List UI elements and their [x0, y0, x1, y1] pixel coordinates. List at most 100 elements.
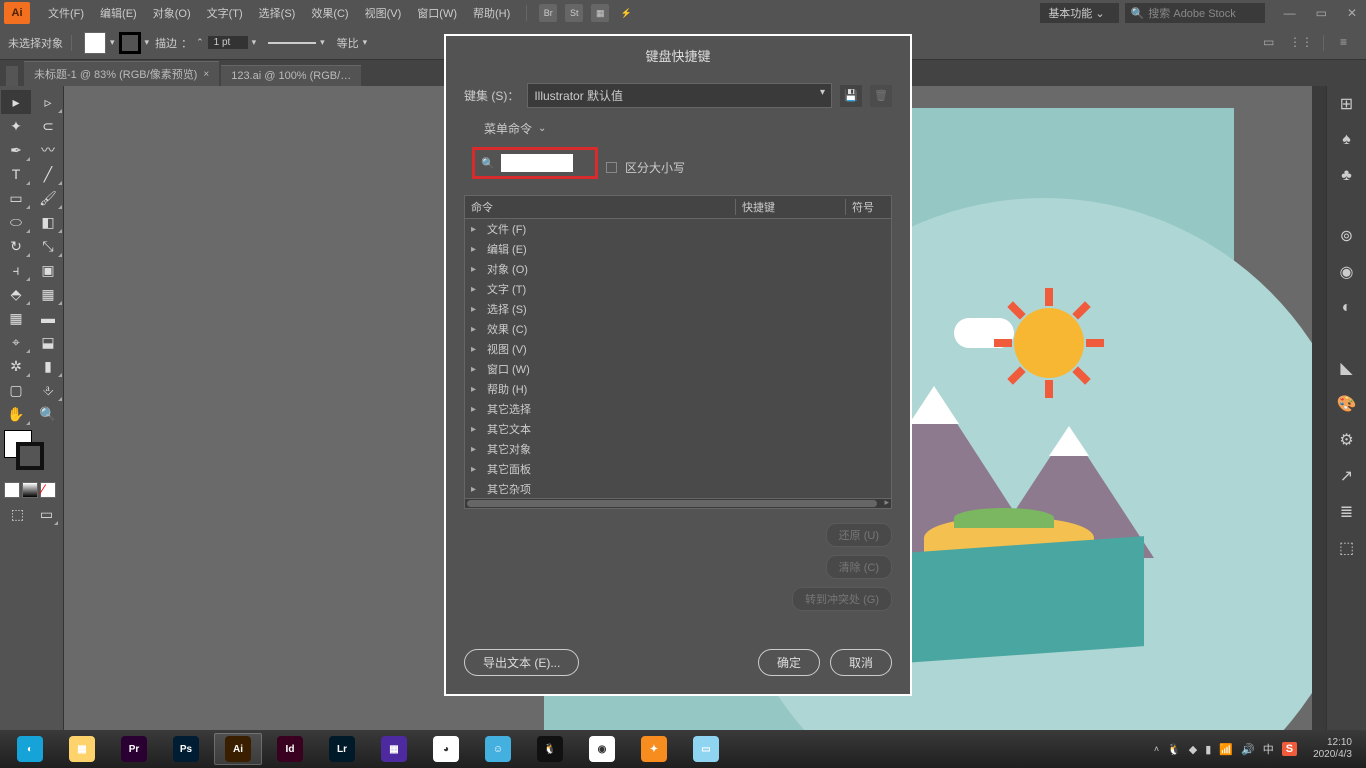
delete-set-icon[interactable]: 🗑 [870, 85, 892, 107]
lasso-tool[interactable]: ⊂ [33, 114, 63, 138]
tree-item[interactable]: ▸选择 (S) [465, 299, 891, 319]
tree-item[interactable]: ▸其它对象 [465, 439, 891, 459]
tray-wifi-icon[interactable]: 📶 [1219, 743, 1233, 756]
tree-horizontal-scrollbar[interactable]: ▸ [464, 499, 892, 509]
taskbar-app-indesign[interactable]: Id [266, 733, 314, 765]
free-transform-tool[interactable]: ▣ [33, 258, 63, 282]
save-set-icon[interactable]: 💾 [840, 85, 862, 107]
workspace-dropdown[interactable]: 基本功能 ⌄ [1040, 3, 1118, 23]
tree-item[interactable]: ▸帮助 (H) [465, 379, 891, 399]
layers-panel-icon[interactable]: ≣ [1335, 500, 1359, 524]
bridge-icon[interactable]: Br [539, 4, 557, 22]
paintbrush-tool[interactable]: 🖌 [33, 186, 63, 210]
taskbar-app-app4[interactable]: ✦ [630, 733, 678, 765]
col-symbol[interactable]: 符号 [845, 199, 885, 215]
expand-icon[interactable]: ▸ [471, 364, 481, 375]
color-panel-icon[interactable]: ◉ [1335, 260, 1359, 284]
artboard-tool[interactable]: ▢ [1, 378, 31, 402]
expand-icon[interactable]: ▸ [471, 344, 481, 355]
tray-app-icon[interactable]: ◆ [1189, 743, 1197, 756]
doc-tab-2[interactable]: 123.ai @ 100% (RGB/… [221, 65, 361, 86]
mesh-tool[interactable]: ▦ [1, 306, 31, 330]
taskbar-app-notes[interactable]: ▭ [682, 733, 730, 765]
tray-sogou-icon[interactable]: S [1282, 742, 1297, 756]
taskbar-app-photoshop[interactable]: Ps [162, 733, 210, 765]
tray-expand-icon[interactable]: ˄ [1154, 744, 1159, 754]
stroke-swatch[interactable] [119, 32, 141, 54]
color-mode-none[interactable]: ⁄ [40, 482, 56, 498]
pen-tool[interactable]: ✒ [1, 138, 31, 162]
expand-icon[interactable]: ▸ [471, 404, 481, 415]
doc-tab-1[interactable]: 未标题-1 @ 83% (RGB/像素预览) × [24, 61, 219, 86]
chevron-down-icon[interactable]: ▾ [252, 37, 257, 48]
shaper-tool[interactable]: ⬭ [1, 210, 31, 234]
tree-item[interactable]: ▸文字 (T) [465, 279, 891, 299]
cc-panel-icon[interactable]: ⊚ [1335, 224, 1359, 248]
scrollbar-thumb[interactable] [467, 500, 877, 507]
tray-battery-icon[interactable]: ▮ [1205, 743, 1211, 756]
taskbar-app-qq[interactable]: 🐧 [526, 733, 574, 765]
expand-icon[interactable]: ▸ [471, 244, 481, 255]
tree-item[interactable]: ▸对象 (O) [465, 259, 891, 279]
tree-item[interactable]: ▸其它文本 [465, 419, 891, 439]
gpu-icon[interactable]: ⚡ [617, 4, 635, 22]
perspective-tool[interactable]: ▦ [33, 282, 63, 306]
symbol-sprayer-tool[interactable]: ✲ [1, 354, 31, 378]
stroke-style-sample[interactable] [268, 42, 316, 44]
selection-tool[interactable]: ▸ [1, 90, 31, 114]
gradient-tool[interactable]: ▬ [33, 306, 63, 330]
taskbar-app-explorer[interactable]: ▦ [58, 733, 106, 765]
slice-tool[interactable]: ⎀ [33, 378, 63, 402]
close-icon[interactable]: ✕ [1342, 4, 1362, 22]
case-sensitive-checkbox[interactable] [606, 162, 617, 173]
taskbar-app-lightroom[interactable]: Lr [318, 733, 366, 765]
stroke-weight-field[interactable]: 1 pt [208, 36, 248, 49]
swatches-panel-icon[interactable]: ♣ [1335, 164, 1359, 188]
expand-icon[interactable]: ▸ [471, 224, 481, 235]
menu-help[interactable]: 帮助(H) [465, 1, 518, 25]
tree-item[interactable]: ▸文件 (F) [465, 219, 891, 239]
draw-normal-icon[interactable]: ⬚ [5, 502, 30, 526]
menu-view[interactable]: 视图(V) [357, 1, 410, 25]
panel-menu-icon[interactable]: ≡ [1340, 35, 1358, 49]
line-tool[interactable]: ╱ [33, 162, 63, 186]
transparency-panel-icon[interactable]: ⚙ [1335, 428, 1359, 452]
menu-file[interactable]: 文件(F) [40, 1, 92, 25]
eraser-tool[interactable]: ◧ [33, 210, 63, 234]
rectangle-tool[interactable]: ▭ [1, 186, 31, 210]
adobe-stock-search[interactable]: 🔍 搜索 Adobe Stock [1125, 3, 1265, 23]
curvature-tool[interactable]: 〰 [33, 138, 63, 162]
color-guide-panel-icon[interactable]: ◐ [1335, 296, 1359, 320]
arrange-icon[interactable]: ▦ [591, 4, 609, 22]
menu-effect[interactable]: 效果(C) [303, 1, 356, 25]
menu-select[interactable]: 选择(S) [251, 1, 304, 25]
col-command[interactable]: 命令 [471, 199, 735, 215]
tray-qq-icon[interactable]: 🐧 [1167, 743, 1181, 756]
prefs-icon[interactable]: ⋮⋮ [1289, 35, 1307, 49]
tray-ime-icon[interactable]: 中 [1263, 741, 1274, 757]
blend-tool[interactable]: ⬓ [33, 330, 63, 354]
ok-button[interactable]: 确定 [758, 649, 820, 676]
tree-item[interactable]: ▸其它面板 [465, 459, 891, 479]
gradient-panel-icon[interactable]: 🎨 [1335, 392, 1359, 416]
panel-collapse-strip[interactable] [1312, 86, 1326, 730]
cancel-button[interactable]: 取消 [830, 649, 892, 676]
color-mode-gradient[interactable] [22, 482, 38, 498]
color-mode-solid[interactable] [4, 482, 20, 498]
shortcut-search-input[interactable] [501, 154, 573, 172]
chevron-down-icon[interactable]: ▾ [363, 37, 368, 48]
doc-setup-icon[interactable]: ▭ [1263, 35, 1281, 49]
menu-text[interactable]: 文字(T) [199, 1, 251, 25]
stroke-stepper-down[interactable]: ⌃ [196, 37, 204, 48]
properties-panel-icon[interactable]: ⊞ [1335, 92, 1359, 116]
libraries-panel-icon[interactable]: ♠ [1335, 128, 1359, 152]
graph-tool[interactable]: ▮ [33, 354, 63, 378]
tab-dock-icon[interactable] [6, 66, 18, 86]
stroke-color-swatch[interactable] [16, 442, 44, 470]
type-tool[interactable]: T [1, 162, 31, 186]
width-tool[interactable]: ⫞ [1, 258, 31, 282]
menu-edit[interactable]: 编辑(E) [92, 1, 145, 25]
taskbar-app-app3[interactable]: ☺ [474, 733, 522, 765]
expand-icon[interactable]: ▸ [471, 444, 481, 455]
expand-icon[interactable]: ▸ [471, 424, 481, 435]
